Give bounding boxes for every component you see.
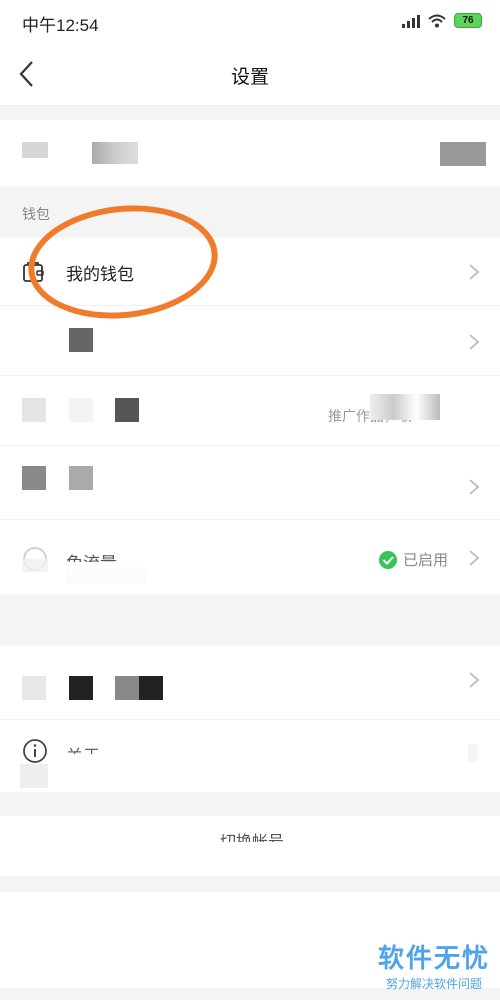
blurred-label (115, 676, 163, 700)
status-bar: 中午12:54 76 (0, 0, 500, 44)
status-time: 中午12:54 (22, 16, 99, 35)
about-fragment-text: 关于 (66, 742, 100, 754)
blurred-chevron (468, 744, 478, 762)
chevron-right-icon (469, 334, 480, 350)
blurred-label (69, 466, 93, 490)
blurred-label (69, 676, 93, 700)
chevron-right-icon (469, 264, 480, 280)
status-icons: 76 (402, 13, 482, 28)
switch-account-row[interactable]: 切换帐号 (0, 816, 500, 876)
account-value-blur (440, 142, 486, 166)
page-title: 设置 (230, 67, 269, 88)
chevron-right-icon (469, 672, 480, 688)
chevron-right-icon (469, 479, 480, 495)
section-gap (0, 594, 500, 646)
blurred-label (69, 328, 93, 352)
blurred-icon (22, 466, 46, 490)
nav-bar: 设置 (0, 44, 500, 106)
section-gap (0, 876, 500, 892)
battery-icon: 76 (454, 13, 482, 28)
enabled-status: 已启用 (378, 549, 448, 570)
blurred-label (115, 398, 139, 422)
about-row[interactable]: 关于 (0, 720, 500, 792)
signal-icon (402, 14, 420, 28)
blurred-icon (69, 398, 93, 422)
enabled-status-text: 已启用 (402, 552, 448, 569)
blurred-icon (22, 676, 46, 700)
account-icon-blur (22, 142, 48, 158)
blurred-text (370, 394, 440, 420)
blurred-row-6[interactable] (0, 646, 500, 720)
free-traffic-icon (22, 547, 48, 572)
watermark: 软件无忧 努力解决软件问题 (378, 938, 490, 992)
account-row[interactable] (0, 120, 500, 186)
blurred-row-4[interactable] (0, 446, 500, 520)
wallet-section-title: 钱包 (22, 206, 50, 222)
wifi-icon (428, 14, 446, 27)
section-gap (0, 792, 500, 816)
watermark-subtitle: 努力解决软件问题 (385, 977, 482, 991)
chevron-right-icon (469, 550, 480, 566)
about-icon-smear (20, 764, 48, 788)
check-circle-icon (378, 550, 397, 569)
free-traffic-label-blur (66, 562, 146, 584)
promo-row[interactable]: 推广作品，收 (0, 376, 500, 446)
blurred-icon (22, 398, 46, 422)
free-traffic-row[interactable]: 免流量 已启用 (0, 520, 500, 594)
blurred-row-2[interactable] (0, 306, 500, 376)
watermark-title: 软件无忧 (378, 943, 491, 973)
info-icon (23, 739, 47, 763)
account-name-blur (92, 142, 138, 164)
switch-account-fragment: 切换帐号 (220, 828, 284, 842)
